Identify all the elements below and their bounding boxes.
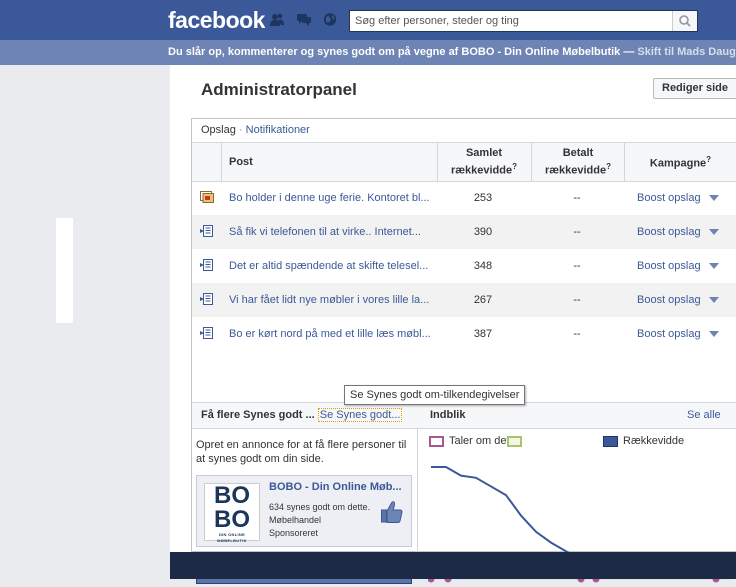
legend-swatch-reach (603, 436, 618, 447)
column-post: Post (229, 155, 253, 168)
posts-table-header: Post Samlet rækkevidde? Betalt rækkevidde?… (192, 142, 736, 182)
edit-page-button[interactable]: Rediger side (653, 78, 736, 99)
legend-swatch-talking (429, 436, 444, 447)
boost-post-dropdown[interactable]: Boost opslag (637, 249, 727, 283)
chevron-down-icon (708, 263, 719, 270)
paid-reach-value: -- (573, 294, 581, 306)
post-link[interactable]: Bo er kørt nord på med et lille læs møbl… (229, 317, 431, 351)
chevron-down-icon (708, 331, 719, 338)
left-placeholder-block (56, 218, 73, 323)
page-ad-preview[interactable]: BO BO DIN ONLINE MØBELBUTIK BOBO - Din O… (196, 475, 412, 547)
help-icon[interactable]: ? (706, 155, 711, 164)
paid-reach-value: -- (573, 192, 581, 204)
notifications-globe-icon[interactable] (323, 13, 337, 26)
post-link[interactable]: Så fik vi telefonen til at virke.. Inter… (229, 215, 431, 249)
post-link[interactable]: Det er altid spændende at skifte telesel… (229, 249, 431, 283)
panel-tabs: Opslag · Notifikationer (201, 124, 310, 136)
search-icon (679, 15, 691, 27)
like-thumb-icon[interactable] (381, 500, 403, 524)
acting-as-page-banner: Du slår op, kommenterer og synes godt om… (0, 40, 736, 65)
friend-requests-icon[interactable] (270, 13, 284, 26)
total-reach-value: 348 (473, 260, 493, 272)
paid-reach-value: -- (573, 226, 581, 238)
see-likes-tooltip: Se Synes godt om-tilkendegivelser (344, 385, 526, 405)
boost-post-dropdown[interactable]: Boost opslag (637, 181, 727, 215)
page-footer-bar (170, 552, 736, 579)
status-icon (200, 293, 213, 305)
total-reach-value: 267 (473, 294, 493, 306)
search-input[interactable] (355, 14, 665, 28)
table-row: Bo holder i denne uge ferie. Kontoret bl… (192, 181, 736, 215)
paid-reach-value: -- (573, 328, 581, 340)
ad-page-name[interactable]: BOBO - Din Online Møb... (269, 481, 409, 493)
search-box (349, 10, 698, 32)
photo-icon (200, 191, 214, 203)
boost-post-dropdown[interactable]: Boost opslag (637, 283, 727, 317)
boost-post-dropdown[interactable]: Boost opslag (637, 317, 727, 351)
column-total-reach: Samlet rækkevidde? (450, 146, 518, 177)
get-more-likes-heading: Få flere Synes godt ... Se Synes godt... (201, 408, 403, 422)
facebook-logo[interactable]: facebook (168, 7, 265, 34)
ad-prompt-text: Opret en annonce for at få flere persone… (196, 439, 407, 465)
bobo-logo: BO BO DIN ONLINE MØBELBUTIK (204, 483, 260, 543)
total-reach-value: 390 (473, 226, 493, 238)
admin-panel-box: Opslag · Notifikationer Post Samlet række… (191, 118, 736, 584)
tab-notifications[interactable]: Notifikationer (246, 124, 310, 136)
chevron-down-icon (708, 297, 719, 304)
legend-reach-label: Rækkevidde (623, 435, 685, 447)
table-row: Så fik vi telefonen til at virke.. Inter… (192, 215, 736, 249)
legend-swatch-talking-fill (507, 436, 522, 447)
help-icon[interactable]: ? (512, 162, 517, 171)
paid-reach-value: -- (573, 260, 581, 272)
switch-profile-link[interactable]: Skift til Mads Daugaard S (637, 46, 736, 58)
search-button[interactable] (672, 11, 697, 31)
tab-separator: · (235, 124, 246, 136)
column-campaign: Kampagne? (649, 155, 712, 170)
insights-legend: Taler om dette Rækkevidde (429, 435, 729, 449)
total-reach-value: 387 (473, 328, 493, 340)
help-icon[interactable]: ? (606, 162, 611, 171)
post-link[interactable]: Bo holder i denne uge ferie. Kontoret bl… (229, 181, 431, 215)
see-all-link[interactable]: Se alle (687, 403, 721, 428)
insights-heading: Indblik (430, 409, 466, 421)
boost-post-dropdown[interactable]: Boost opslag (637, 215, 727, 249)
table-row: Vi har fået lidt nye møbler i vores lill… (192, 283, 736, 317)
messages-icon[interactable] (297, 13, 311, 26)
total-reach-value: 253 (473, 192, 493, 204)
banner-text: Du slår op, kommenterer og synes godt om… (168, 46, 638, 58)
chevron-down-icon (708, 195, 719, 202)
page-title: Administratorpanel (201, 80, 357, 99)
tab-posts[interactable]: Opslag (201, 124, 236, 136)
status-icon (200, 225, 213, 237)
chevron-down-icon (708, 229, 719, 236)
table-row: Det er altid spændende at skifte telesel… (192, 249, 736, 283)
status-icon (200, 259, 213, 271)
see-likes-link[interactable]: Se Synes godt... (317, 408, 403, 422)
status-icon (200, 327, 213, 339)
lower-section-header: Få flere Synes godt ... Se Synes godt...… (192, 402, 736, 429)
top-navigation-bar: facebook (0, 0, 736, 40)
ad-description: 634 synes godt om dette. Møbelhandel Spo… (269, 502, 371, 538)
post-link[interactable]: Vi har fået lidt nye møbler i vores lill… (229, 283, 431, 317)
column-paid-reach: Betalt rækkevidde? (544, 146, 612, 177)
admin-panel: Administratorpanel Rediger side Opslag ·… (170, 65, 736, 584)
column-divider (221, 143, 222, 181)
left-column (0, 65, 170, 579)
table-row: Bo er kørt nord på med et lille læs møbl… (192, 317, 736, 351)
